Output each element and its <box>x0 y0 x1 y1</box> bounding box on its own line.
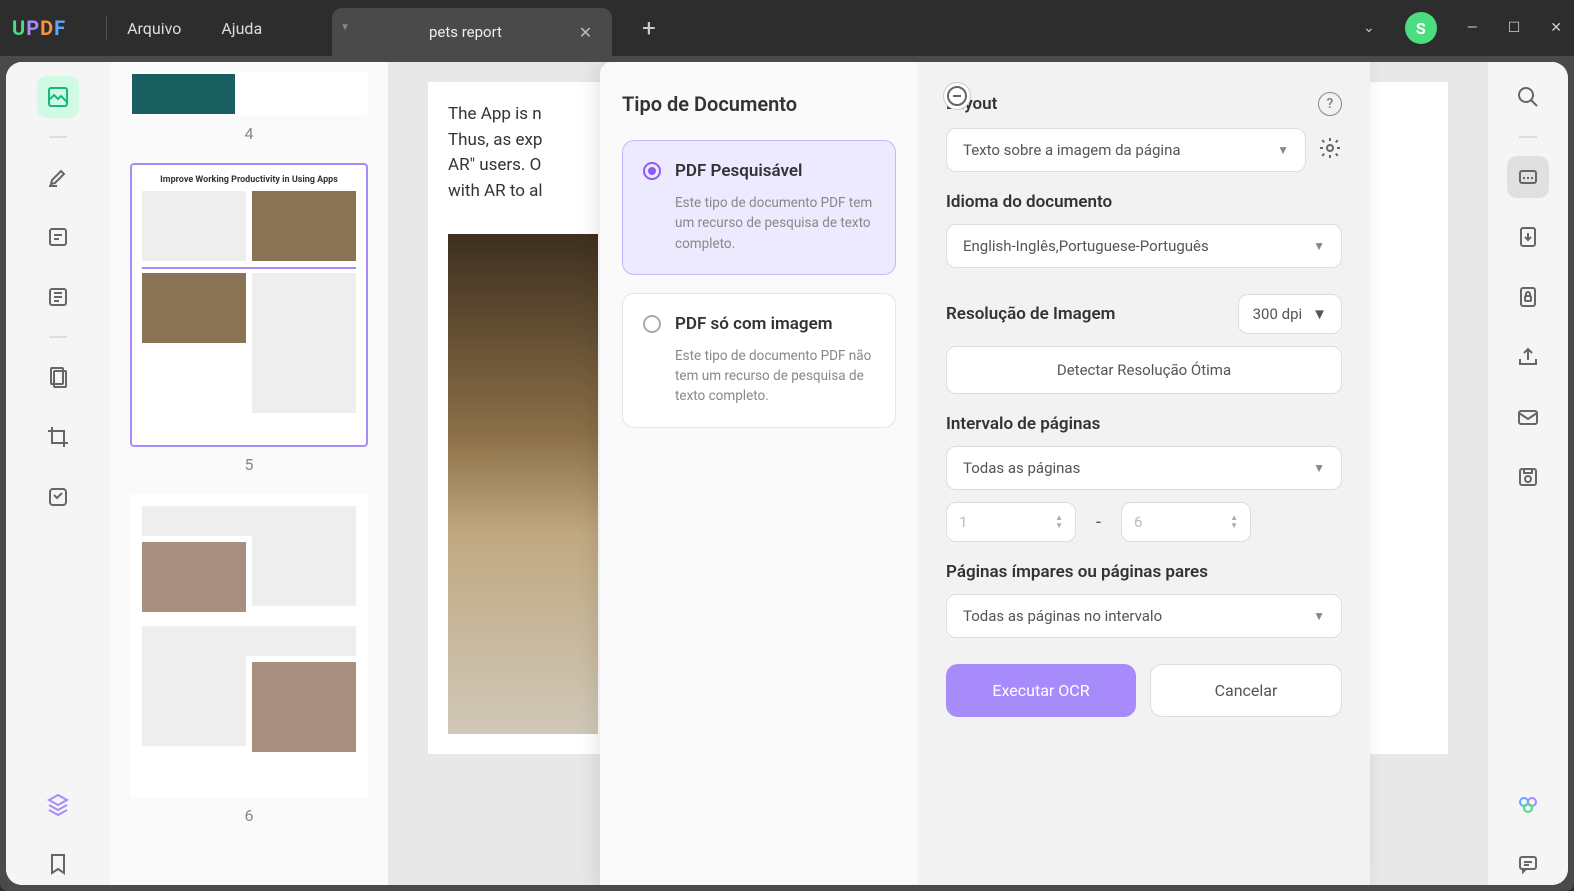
titlebar: UPDF Arquivo Ajuda ▼ pets report ✕ + ⌄ S… <box>0 0 1574 56</box>
crop-tool[interactable] <box>37 416 79 458</box>
spinner-down-icon[interactable]: ▼ <box>1055 522 1063 530</box>
close-window-button[interactable]: ✕ <box>1550 20 1562 36</box>
menu-file[interactable]: Arquivo <box>127 19 181 38</box>
thumbnail-page-5[interactable]: Improve Working Productivity in Using Ap… <box>130 163 368 447</box>
divider <box>106 16 107 40</box>
radio-icon <box>643 315 661 333</box>
option-searchable-pdf[interactable]: PDF Pesquisável Este tipo de documento P… <box>622 140 896 275</box>
doc-type-heading: Tipo de Documento <box>622 92 896 116</box>
menu-help[interactable]: Ajuda <box>221 19 262 38</box>
page-range-select[interactable]: Todas as páginas▼ <box>946 446 1342 490</box>
document-tab[interactable]: ▼ pets report ✕ <box>332 8 612 56</box>
chevron-down-icon[interactable]: ⌄ <box>1363 20 1375 36</box>
separator <box>49 136 67 138</box>
option-image-only-pdf[interactable]: PDF só com imagem Este tipo de documento… <box>622 293 896 428</box>
chevron-down-icon: ▼ <box>1313 609 1325 623</box>
add-tab-button[interactable]: + <box>642 14 656 42</box>
range-dash: - <box>1096 512 1101 533</box>
chevron-down-icon: ▼ <box>1277 143 1289 157</box>
chevron-down-icon: ▼ <box>1313 461 1325 475</box>
highlight-tool[interactable] <box>37 156 79 198</box>
cancel-button[interactable]: Cancelar <box>1150 664 1342 717</box>
share-tool[interactable] <box>1507 336 1549 378</box>
separator <box>1519 136 1537 138</box>
collapse-button[interactable] <box>943 82 971 110</box>
ocr-tool[interactable] <box>1507 156 1549 198</box>
thumbnail-panel: 4 Improve Working Productivity in Using … <box>110 62 388 885</box>
detect-resolution-button[interactable]: Detectar Resolução Ótima <box>946 346 1342 394</box>
thumbnails-tool[interactable] <box>37 76 79 118</box>
chevron-down-icon: ▼ <box>1312 305 1327 323</box>
user-avatar[interactable]: S <box>1405 12 1437 44</box>
chevron-down-icon: ▼ <box>1313 239 1325 253</box>
organize-tool[interactable] <box>37 356 79 398</box>
run-ocr-button[interactable]: Executar OCR <box>946 664 1136 717</box>
page-image <box>448 234 598 734</box>
workspace: 4 Improve Working Productivity in Using … <box>6 62 1568 885</box>
language-label: Idioma do documento <box>946 192 1112 212</box>
thumbnail-label: 5 <box>130 455 368 474</box>
page-range-label: Intervalo de páginas <box>946 414 1100 434</box>
tab-dropdown-icon[interactable]: ▼ <box>340 22 350 33</box>
right-toolbar <box>1488 62 1568 885</box>
language-select[interactable]: English-Inglês,Portuguese-Português▼ <box>946 224 1342 268</box>
save-tool[interactable] <box>1507 456 1549 498</box>
convert-tool[interactable] <box>1507 216 1549 258</box>
resolution-label: Resolução de Imagem <box>946 304 1115 324</box>
email-tool[interactable] <box>1507 396 1549 438</box>
edit-tool[interactable] <box>37 216 79 258</box>
thumbnail-page-6[interactable] <box>130 494 368 798</box>
text-tool[interactable] <box>37 276 79 318</box>
app-logo: UPDF <box>12 16 66 40</box>
ocr-panel: Tipo de Documento PDF Pesquisável Este t… <box>600 62 1370 885</box>
radio-icon <box>643 162 661 180</box>
minimize-button[interactable]: — <box>1467 20 1478 36</box>
layers-tool[interactable] <box>37 783 79 825</box>
resolution-select[interactable]: 300 dpi▼ <box>1238 294 1342 334</box>
help-icon[interactable]: ? <box>1318 92 1342 116</box>
ai-tool[interactable] <box>1507 783 1549 825</box>
search-icon[interactable] <box>1507 76 1549 118</box>
layout-select[interactable]: Texto sobre a imagem da página▼ <box>946 128 1306 172</box>
tab-title: pets report <box>352 23 579 41</box>
separator <box>49 336 67 338</box>
thumbnail-label: 6 <box>130 806 368 825</box>
redact-tool[interactable] <box>37 476 79 518</box>
maximize-button[interactable]: ☐ <box>1508 20 1521 36</box>
bookmark-tool[interactable] <box>37 843 79 885</box>
spinner-down-icon[interactable]: ▼ <box>1230 522 1238 530</box>
comment-tool[interactable] <box>1507 843 1549 885</box>
thumbnail-label: 4 <box>130 124 368 143</box>
gear-icon[interactable] <box>1318 136 1342 165</box>
odd-even-label: Páginas ímpares ou páginas pares <box>946 562 1208 582</box>
left-toolbar <box>6 62 110 885</box>
close-icon[interactable]: ✕ <box>579 23 592 42</box>
range-from-input[interactable]: 1 ▲▼ <box>946 502 1076 542</box>
protect-tool[interactable] <box>1507 276 1549 318</box>
odd-even-select[interactable]: Todas as páginas no intervalo▼ <box>946 594 1342 638</box>
thumbnail-page-4[interactable] <box>130 72 368 116</box>
range-to-input[interactable]: 6 ▲▼ <box>1121 502 1251 542</box>
